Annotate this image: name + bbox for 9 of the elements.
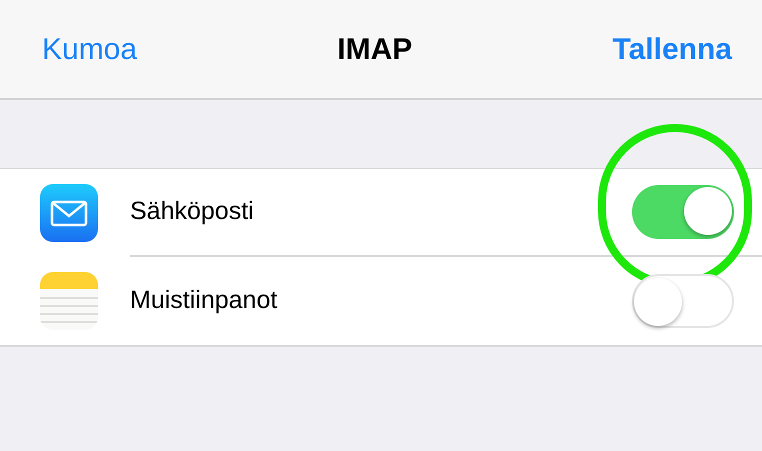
save-button[interactable]: Tallenna <box>612 26 732 72</box>
cancel-button[interactable]: Kumoa <box>42 26 138 72</box>
window-title: IMAP <box>337 32 412 68</box>
row-label: Muistiinpanot <box>130 285 278 316</box>
notepad-icon <box>40 272 98 330</box>
envelope-icon <box>40 184 98 242</box>
toggle-switch[interactable] <box>632 185 734 239</box>
row-label: Sähköposti <box>130 196 255 228</box>
toggle-switch[interactable] <box>632 274 734 328</box>
